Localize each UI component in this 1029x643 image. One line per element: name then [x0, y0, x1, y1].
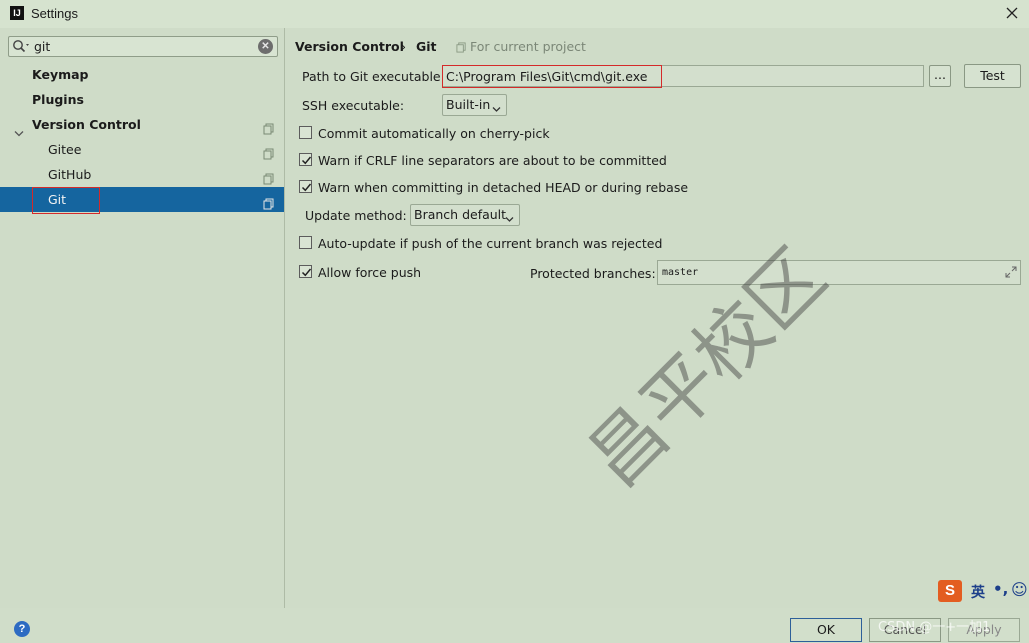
search-input[interactable]	[34, 38, 264, 55]
ssh-executable-value: Built-in	[446, 97, 491, 112]
search-icon[interactable]	[12, 39, 32, 55]
update-method-label: Update method:	[305, 208, 407, 223]
protected-branches-label: Protected branches:	[530, 266, 656, 281]
allow-force-push-label: Allow force push	[318, 265, 422, 280]
expand-icon[interactable]	[1005, 266, 1017, 281]
breadcrumb-version-control: Version Control	[295, 39, 404, 54]
warn-detached-checkbox[interactable]	[299, 180, 312, 193]
tree-item-keymap[interactable]: Keymap	[0, 62, 284, 87]
ok-button[interactable]: OK	[790, 618, 862, 642]
project-scope-icon	[263, 118, 275, 135]
csdn-watermark: CSDN @一+一加1	[878, 620, 991, 635]
ime-language-indicator[interactable]: 英	[971, 582, 985, 602]
ime-emoji-icon[interactable]: ☺	[1011, 580, 1028, 599]
tree-item-gitee[interactable]: Gitee	[0, 137, 284, 162]
settings-search-box[interactable]: ✕	[8, 36, 278, 57]
sogou-ime-icon[interactable]: S	[938, 580, 962, 602]
scope-label: For current project	[470, 39, 586, 54]
close-icon[interactable]	[1003, 4, 1021, 22]
update-method-select[interactable]: Branch default	[410, 204, 520, 226]
allow-force-push-checkbox[interactable]	[299, 265, 312, 278]
tree-item-github[interactable]: GitHub	[0, 162, 284, 187]
tree-item-plugins[interactable]: Plugins	[0, 87, 284, 112]
project-scope-icon	[263, 193, 275, 210]
update-method-value: Branch default	[414, 207, 507, 222]
browse-button[interactable]: ...	[929, 65, 951, 87]
ssh-executable-select[interactable]: Built-in	[442, 94, 507, 116]
chevron-down-icon	[505, 211, 514, 226]
commit-cherry-pick-checkbox[interactable]	[299, 126, 312, 139]
help-icon[interactable]: ?	[14, 621, 30, 637]
project-scope-icon	[263, 143, 275, 160]
commit-cherry-pick-label: Commit automatically on cherry-pick	[318, 126, 550, 141]
auto-update-checkbox[interactable]	[299, 236, 312, 249]
clear-search-icon[interactable]: ✕	[258, 39, 273, 54]
project-scope-icon	[456, 41, 467, 56]
protected-branches-value[interactable]: master	[662, 267, 698, 278]
intellij-app-icon: IJ	[10, 6, 24, 20]
breadcrumb-git: Git	[416, 39, 437, 54]
ssh-executable-label: SSH executable:	[302, 98, 405, 113]
auto-update-label: Auto-update if push of the current branc…	[318, 236, 663, 251]
tree-item-label: Plugins	[32, 92, 84, 107]
warn-crlf-label: Warn if CRLF line separators are about t…	[318, 153, 667, 168]
ime-toolbar[interactable]: S 英 •, ☺	[938, 580, 1029, 604]
highlight-box-git	[32, 187, 100, 214]
tree-item-label: Gitee	[48, 142, 82, 157]
ime-punctuation-indicator[interactable]: •,	[993, 580, 1008, 598]
tree-item-label: Keymap	[32, 67, 89, 82]
protected-branches-field[interactable]: master	[657, 260, 1021, 285]
window-title: Settings	[31, 6, 78, 21]
warn-crlf-checkbox[interactable]	[299, 153, 312, 166]
panel-divider[interactable]	[284, 28, 285, 608]
chevron-down-icon	[492, 101, 501, 116]
tree-item-version-control[interactable]: Version Control	[0, 112, 284, 137]
project-scope-icon	[263, 168, 275, 185]
breadcrumb-separator: ›	[401, 39, 406, 54]
tree-item-label: Version Control	[32, 117, 141, 132]
warn-detached-label: Warn when committing in detached HEAD or…	[318, 180, 689, 195]
chevron-down-icon[interactable]	[14, 121, 24, 137]
tree-item-label: GitHub	[48, 167, 92, 182]
test-button[interactable]: Test	[964, 64, 1021, 88]
path-to-git-label: Path to Git executable:	[302, 69, 445, 84]
title-bar: IJ Settings	[0, 0, 1029, 28]
highlight-box-path	[442, 65, 662, 88]
